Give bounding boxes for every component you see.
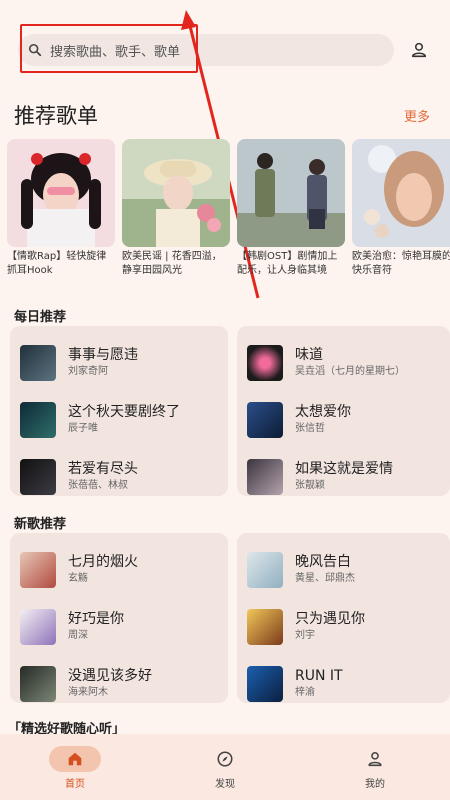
song-cover bbox=[247, 608, 283, 645]
song-item[interactable]: 味道 吴垚滔（七月的星期七） bbox=[247, 334, 440, 391]
song-title: 只为遇见你 bbox=[295, 611, 365, 627]
song-item[interactable]: 若爱有尽头 张蓓蓓、林叔 bbox=[20, 448, 218, 505]
song-cover bbox=[247, 344, 283, 381]
compass-icon bbox=[217, 751, 233, 767]
song-title: 晚风告白 bbox=[295, 554, 351, 570]
home-icon bbox=[68, 752, 82, 766]
song-cover bbox=[247, 458, 283, 495]
song-item[interactable]: 没遇见该多好 海来阿木 bbox=[20, 655, 218, 712]
playlist-card[interactable]: 欧美治愈：惊艳耳膜的快乐音符 bbox=[352, 139, 450, 284]
song-item[interactable]: 七月的烟火 玄觞 bbox=[20, 541, 218, 598]
daily-list-right: 味道 吴垚滔（七月的星期七） 太想爱你 张信哲 如果这就是爱情 张靓颖 bbox=[237, 326, 450, 496]
annotation-box bbox=[20, 24, 198, 73]
playlist-cover bbox=[7, 139, 115, 247]
nav-label: 首页 bbox=[65, 779, 85, 790]
new-songs-list-left: 七月的烟火 玄觞 好巧是你 周深 没遇见该多好 海来阿木 bbox=[10, 533, 228, 703]
playlist-card[interactable]: 【情歌Rap】轻快旋律抓耳Hook bbox=[7, 139, 115, 284]
playlist-title: 欧美民谣 | 花香四溢，静享田园风光 bbox=[122, 251, 222, 276]
song-artist: 刘宇 bbox=[295, 630, 315, 641]
playlist-cover bbox=[352, 139, 450, 247]
song-cover bbox=[20, 458, 56, 495]
song-artist: 黄星、邱鼎杰 bbox=[295, 573, 355, 584]
song-item[interactable]: 只为遇见你 刘宇 bbox=[247, 598, 440, 655]
song-cover bbox=[20, 608, 56, 645]
person-icon bbox=[368, 752, 382, 767]
song-cover bbox=[247, 665, 283, 702]
more-link[interactable]: 更多 bbox=[404, 106, 430, 125]
song-title: 味道 bbox=[295, 347, 323, 363]
song-artist: 吴垚滔（七月的星期七） bbox=[295, 366, 405, 377]
song-title: 这个秋天要剧终了 bbox=[68, 404, 180, 420]
daily-recommend-title: 每日推荐 bbox=[14, 310, 67, 325]
playlist-title: 【韩剧OST】剧情加上配乐，让人身临其境 bbox=[237, 251, 338, 276]
nav-mine[interactable]: 我的 bbox=[325, 746, 425, 790]
new-songs-title: 新歌推荐 bbox=[14, 517, 67, 532]
song-cover bbox=[247, 401, 283, 438]
playlist-cover bbox=[237, 139, 345, 247]
song-item[interactable]: 这个秋天要剧终了 辰子唯 bbox=[20, 391, 218, 448]
song-item[interactable]: 事事与愿违 刘家奇阿 bbox=[20, 334, 218, 391]
song-title: 事事与愿违 bbox=[68, 347, 138, 363]
song-artist: 刘家奇阿 bbox=[68, 366, 108, 377]
nav-label: 我的 bbox=[365, 779, 385, 790]
song-artist: 周深 bbox=[68, 630, 88, 641]
song-artist: 张靓颖 bbox=[295, 480, 325, 491]
song-artist: 海来阿木 bbox=[68, 687, 108, 698]
song-cover bbox=[20, 344, 56, 381]
song-artist: 玄觞 bbox=[68, 573, 88, 584]
song-title: RUN IT bbox=[295, 668, 343, 684]
nav-label: 发现 bbox=[215, 779, 235, 790]
song-title: 七月的烟火 bbox=[68, 554, 138, 570]
song-cover bbox=[20, 551, 56, 588]
playlist-title: 欧美治愈：惊艳耳膜的快乐音符 bbox=[352, 251, 450, 276]
status-bar bbox=[0, 0, 450, 22]
playlist-carousel[interactable]: 【情歌Rap】轻快旋律抓耳Hook 欧美民谣 | 花香四溢，静享田园风光 【韩剧… bbox=[7, 139, 450, 284]
song-item[interactable]: 如果这就是爱情 张靓颖 bbox=[247, 448, 440, 505]
song-cover bbox=[20, 401, 56, 438]
song-cover bbox=[247, 551, 283, 588]
daily-list-left: 事事与愿违 刘家奇阿 这个秋天要剧终了 辰子唯 若爱有尽头 张蓓蓓、林叔 bbox=[10, 326, 228, 496]
song-title: 若爱有尽头 bbox=[68, 461, 138, 477]
song-title: 如果这就是爱情 bbox=[295, 461, 393, 477]
person-icon bbox=[411, 42, 427, 58]
song-title: 好巧是你 bbox=[68, 611, 124, 627]
song-item[interactable]: 太想爱你 张信哲 bbox=[247, 391, 440, 448]
song-title: 太想爱你 bbox=[295, 404, 351, 420]
nav-discover[interactable]: 发现 bbox=[175, 746, 275, 790]
nav-home[interactable]: 首页 bbox=[25, 746, 125, 790]
playlist-card[interactable]: 欧美民谣 | 花香四溢，静享田园风光 bbox=[122, 139, 230, 284]
song-item[interactable]: 好巧是你 周深 bbox=[20, 598, 218, 655]
song-artist: 辰子唯 bbox=[68, 423, 98, 434]
playlist-cover bbox=[122, 139, 230, 247]
bottom-nav: 首页 发现 我的 bbox=[0, 734, 450, 800]
song-artist: 张信哲 bbox=[295, 423, 325, 434]
new-songs-list-right: 晚风告白 黄星、邱鼎杰 只为遇见你 刘宇 RUN IT 梓渝 bbox=[237, 533, 450, 703]
song-title: 没遇见该多好 bbox=[68, 668, 152, 684]
section-title: 推荐歌单 bbox=[14, 104, 98, 128]
playlist-title: 【情歌Rap】轻快旋律抓耳Hook bbox=[7, 251, 107, 276]
song-artist: 梓渝 bbox=[295, 687, 315, 698]
recommended-playlists-header: 推荐歌单 更多 bbox=[14, 100, 430, 130]
playlist-card[interactable]: 【韩剧OST】剧情加上配乐，让人身临其境 bbox=[237, 139, 345, 284]
profile-button[interactable] bbox=[406, 37, 432, 63]
song-item[interactable]: 晚风告白 黄星、邱鼎杰 bbox=[247, 541, 440, 598]
song-artist: 张蓓蓓、林叔 bbox=[68, 480, 128, 491]
song-item[interactable]: RUN IT 梓渝 bbox=[247, 655, 440, 712]
song-cover bbox=[20, 665, 56, 702]
